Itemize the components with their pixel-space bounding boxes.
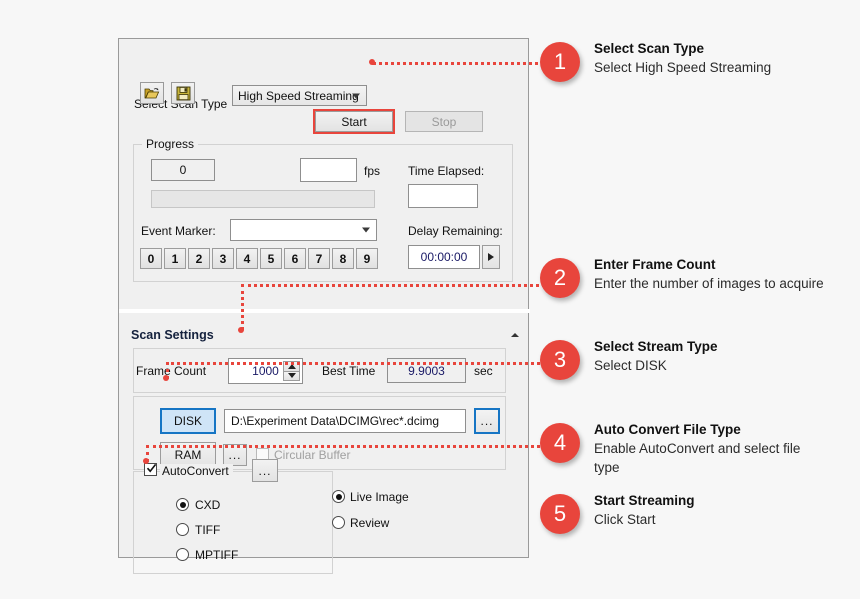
leader-line-2v: [241, 284, 244, 330]
callout-badge-3: 3: [540, 340, 580, 380]
callout-badge-5: 5: [540, 494, 580, 534]
radio-tiff[interactable]: [176, 523, 189, 536]
marker-button-6[interactable]: 6: [284, 248, 306, 269]
radio-review[interactable]: [332, 516, 345, 529]
play-icon: [488, 253, 494, 261]
leader-line-1: [372, 62, 552, 65]
time-elapsed-label: Time Elapsed:: [408, 164, 485, 178]
leader-anchor-2: [238, 327, 244, 333]
callout-body-2: Enter the number of images to acquire: [594, 276, 824, 291]
callout-title-1: Select Scan Type: [594, 41, 705, 56]
radio-review-label: Review: [350, 516, 390, 530]
marker-button-9[interactable]: 9: [356, 248, 378, 269]
circular-buffer-label: Circular Buffer: [274, 448, 351, 462]
autoconvert-label: AutoConvert: [160, 464, 233, 478]
disk-button[interactable]: DISK: [160, 408, 216, 434]
radio-cxd-label: CXD: [195, 498, 221, 512]
delay-remaining-field[interactable]: 00:00:00: [408, 245, 480, 269]
callout-body-5: Click Start: [594, 512, 656, 527]
marker-button-0[interactable]: 0: [140, 248, 162, 269]
callout-badge-4: 4: [540, 423, 580, 463]
disk-path-field[interactable]: D:\Experiment Data\DCIMG\rec*.dcimg: [224, 409, 466, 433]
marker-button-2[interactable]: 2: [188, 248, 210, 269]
chevron-down-icon: [362, 227, 370, 233]
leader-line-4h: [146, 445, 552, 448]
callout-title-3: Select Stream Type: [594, 339, 718, 354]
callout-badge-2: 2: [540, 258, 580, 298]
streaming-control-panel: Select Scan Type High Speed Streaming St…: [118, 38, 530, 574]
radio-cxd[interactable]: [176, 498, 189, 511]
marker-button-7[interactable]: 7: [308, 248, 330, 269]
frame-count-value: 1000: [252, 364, 279, 378]
disk-browse-button[interactable]: ...: [474, 408, 500, 434]
progress-groupbox: Progress 0 fps Time Elapsed: Event Marke…: [133, 137, 513, 282]
radio-tiff-label: TIFF: [195, 523, 221, 537]
radio-mptiff-label: MPTIFF: [195, 548, 239, 562]
leader-anchor-4: [143, 458, 149, 464]
stepper-down-button[interactable]: [283, 371, 300, 381]
best-time-unit: sec: [474, 364, 493, 378]
scan-type-combobox[interactable]: High Speed Streaming: [232, 85, 367, 106]
radio-live-image[interactable]: [332, 490, 345, 503]
radio-mptiff[interactable]: [176, 548, 189, 561]
best-time-label: Best Time: [322, 364, 376, 378]
event-marker-button-row: 0 1 2 3 4 5 6 7 8 9: [140, 248, 390, 270]
autoconvert-groupbox: AutoConvert ... CXD TIFF MPTIFF: [133, 459, 333, 574]
callout-title-4: Auto Convert File Type: [594, 422, 741, 437]
leader-line-2h: [241, 284, 552, 287]
frame-count-label: Frame Count: [136, 364, 207, 378]
marker-button-3[interactable]: 3: [212, 248, 234, 269]
frame-count-groupbox: Frame Count 1000 Best Time 9.9003 sec: [133, 348, 506, 393]
autoconvert-checkbox[interactable]: [144, 463, 157, 476]
callout-title-5: Start Streaming: [594, 493, 695, 508]
autoconvert-options-button[interactable]: ...: [252, 459, 278, 482]
caret-down-icon: [287, 373, 296, 379]
section-separator: [119, 309, 530, 313]
open-file-button[interactable]: [140, 82, 164, 104]
save-disk-icon: [176, 86, 190, 100]
stop-button[interactable]: Stop: [405, 111, 483, 132]
screenshot-root: Select Scan Type High Speed Streaming St…: [0, 0, 860, 599]
fps-label: fps: [364, 164, 381, 178]
checkmark-icon: [146, 463, 157, 473]
stream-destination-groupbox: DISK D:\Experiment Data\DCIMG\rec*.dcimg…: [133, 396, 506, 470]
save-file-button[interactable]: [171, 82, 195, 104]
radio-dot: [179, 501, 186, 508]
marker-button-4[interactable]: 4: [236, 248, 258, 269]
radio-live-image-label: Live Image: [350, 490, 409, 504]
event-marker-label: Event Marker:: [141, 224, 216, 238]
chevron-down-icon: [352, 93, 360, 98]
marker-button-8[interactable]: 8: [332, 248, 354, 269]
callout-body-3: Select DISK: [594, 358, 667, 373]
progress-bar: [151, 190, 375, 208]
marker-button-1[interactable]: 1: [164, 248, 186, 269]
start-button[interactable]: Start: [315, 111, 393, 132]
callout-title-2: Enter Frame Count: [594, 257, 716, 272]
callout-body-4: Enable AutoConvert and select file type: [594, 441, 801, 475]
marker-button-5[interactable]: 5: [260, 248, 282, 269]
fps-field[interactable]: [300, 158, 357, 182]
open-folder-icon: [144, 88, 160, 99]
progress-legend: Progress: [142, 137, 199, 151]
radio-dot: [335, 493, 342, 500]
leader-line-3h: [166, 362, 552, 365]
leader-anchor-3: [163, 375, 169, 381]
delay-play-button[interactable]: [482, 245, 500, 269]
chevron-up-icon[interactable]: [511, 333, 519, 337]
callout-badge-1: 1: [540, 42, 580, 82]
delay-remaining-label: Delay Remaining:: [408, 224, 503, 238]
callout-body-1: Select High Speed Streaming: [594, 60, 772, 75]
event-marker-combobox[interactable]: [230, 219, 377, 241]
progress-frame-counter: 0: [151, 159, 215, 181]
time-elapsed-field: [408, 184, 478, 208]
scan-type-value: High Speed Streaming: [238, 88, 359, 103]
scan-settings-header: Scan Settings: [131, 328, 214, 342]
